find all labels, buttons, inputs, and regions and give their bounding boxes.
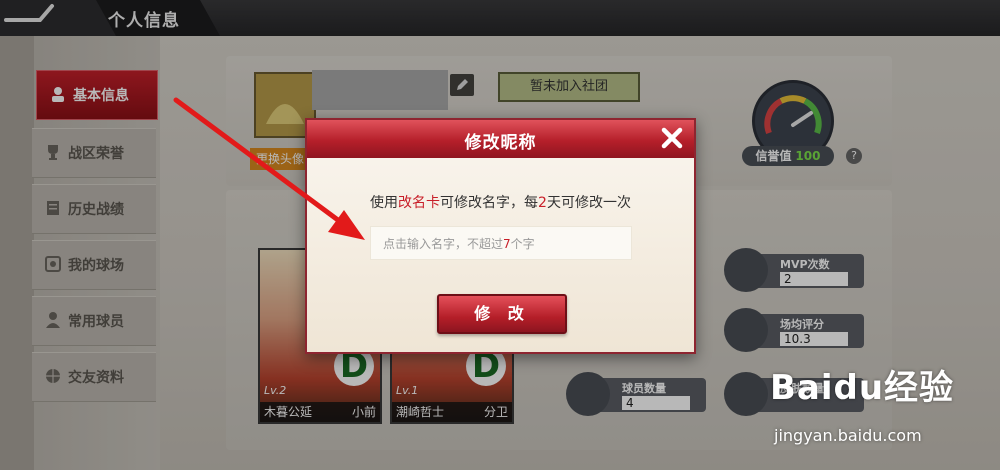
game-screen: 个人信息 基本信息 战区荣誉 历史战绩 我的球场 常用球员 交友资料 暂未加入社… [0,0,1000,470]
msg-highlight: 改名卡 [398,195,441,211]
msg-text: 可修改名字，每 [440,195,539,211]
confirm-rename-button[interactable]: 修 改 [437,294,567,334]
input-placeholder: 个字 [510,237,535,251]
msg-text: 天可修改一次 [546,195,631,211]
watermark-url: jingyan.baidu.com [774,426,922,445]
watermark-brand: Baidu经验 [770,368,955,408]
input-placeholder-number: 7 [503,237,511,251]
close-icon[interactable] [660,126,684,150]
annotation-arrow-icon [173,97,365,240]
nickname-input[interactable]: 点击输入名字，不超过7个字 [370,226,632,260]
msg-highlight: 2 [538,195,547,211]
input-placeholder: 点击输入名字，不超过 [383,237,504,251]
watermark: Baidu经验 jingyan.baidu.com [770,360,990,460]
